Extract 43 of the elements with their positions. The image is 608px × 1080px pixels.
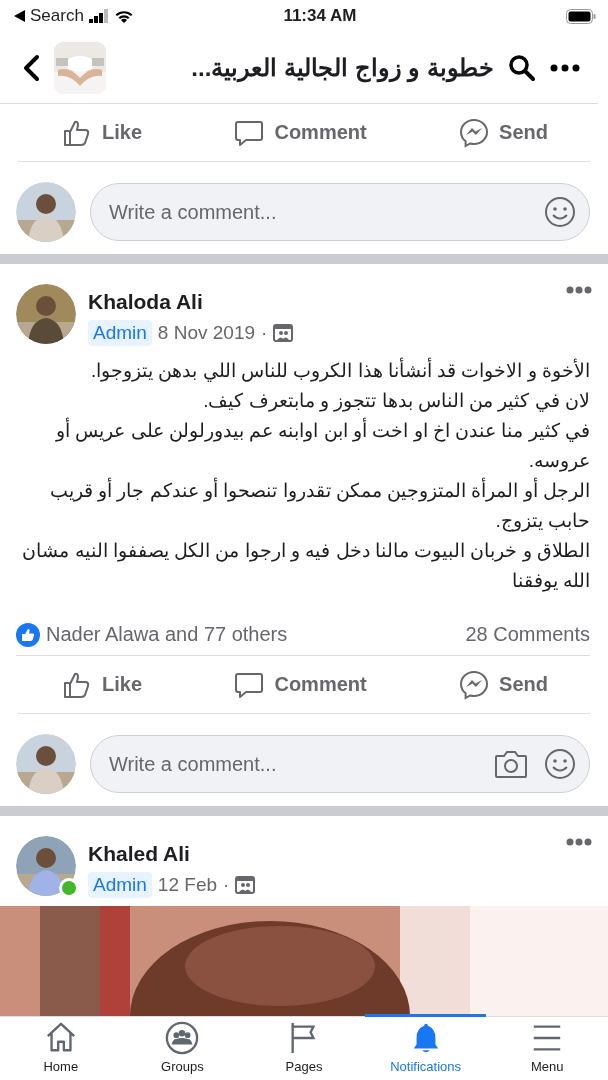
- messenger-icon: [459, 117, 490, 148]
- comment-field[interactable]: Write a comment...: [90, 183, 590, 241]
- comment-field[interactable]: Write a comment...: [90, 735, 590, 793]
- clock-time: 11:34 AM: [283, 6, 357, 26]
- more-icon[interactable]: [550, 63, 580, 72]
- like-button[interactable]: Like: [62, 117, 143, 148]
- comment-button[interactable]: Comment: [234, 669, 367, 700]
- group-title: خطوبة و زواج الجالية العربية...: [190, 53, 494, 82]
- messenger-icon: [459, 669, 490, 700]
- nav-tab[interactable]: Home: [0, 1017, 122, 1080]
- post-date: 8 Nov 2019: [157, 322, 256, 344]
- nav-tab[interactable]: Pages: [243, 1017, 365, 1080]
- author-name[interactable]: Khaled Ali: [88, 842, 592, 866]
- emoji-icon[interactable]: [544, 748, 576, 780]
- group-icon: [164, 1021, 201, 1055]
- send-button[interactable]: Send: [459, 117, 548, 148]
- back-link[interactable]: Search: [30, 6, 84, 26]
- wifi-icon: [113, 8, 134, 24]
- back-triangle-icon[interactable]: [14, 10, 25, 22]
- nav-tab[interactable]: Menu: [486, 1017, 608, 1080]
- comment-button[interactable]: Comment: [234, 117, 367, 148]
- admin-badge: Admin: [88, 872, 152, 898]
- group-icon: [273, 324, 294, 342]
- nav-tab[interactable]: Groups: [121, 1017, 244, 1080]
- like-reaction-icon: [16, 622, 40, 647]
- admin-badge: Admin: [88, 320, 152, 346]
- comments-count[interactable]: 28 Comments: [465, 623, 590, 646]
- nav-tab[interactable]: Notifications: [364, 1014, 487, 1080]
- emoji-icon[interactable]: [544, 196, 576, 228]
- like-button[interactable]: Like: [62, 669, 143, 700]
- separator-dot: ·: [261, 322, 268, 344]
- send-button[interactable]: Send: [459, 669, 548, 700]
- signal-icon: [88, 9, 109, 23]
- author-name[interactable]: Khaloda Ali: [88, 290, 592, 314]
- back-icon[interactable]: [22, 53, 40, 82]
- group-icon: [235, 876, 256, 894]
- camera-icon[interactable]: [494, 749, 528, 779]
- separator-dot: ·: [223, 874, 230, 896]
- post-text: الأخوة و الاخوات قد أنشأنا هذا الكروب للناس اللي بدهن يتزوجوا. لان في كثير من الناس بدها تتجوز و مابتعرف كيف. في كثير منا عندن اخ او اخت أو ابن اوابنه عم بيدورلولن على عريس أو عروسه. الرجل أو المرأة المتزوجين ممكن تقدروا تنصحوا أو عندكم جار أو قريب حابب يتزوج. الطلاق و خربان البيوت مالنا دخل فيه و ارجوا من الكل يصففوا النيه مشان الله يوفقنا: [0, 354, 608, 596]
- reactions-count[interactable]: Nader Alawa and 77 others: [46, 623, 288, 646]
- battery-icon: [566, 8, 596, 24]
- post-date: 12 Feb: [157, 874, 217, 896]
- search-icon[interactable]: [508, 53, 536, 82]
